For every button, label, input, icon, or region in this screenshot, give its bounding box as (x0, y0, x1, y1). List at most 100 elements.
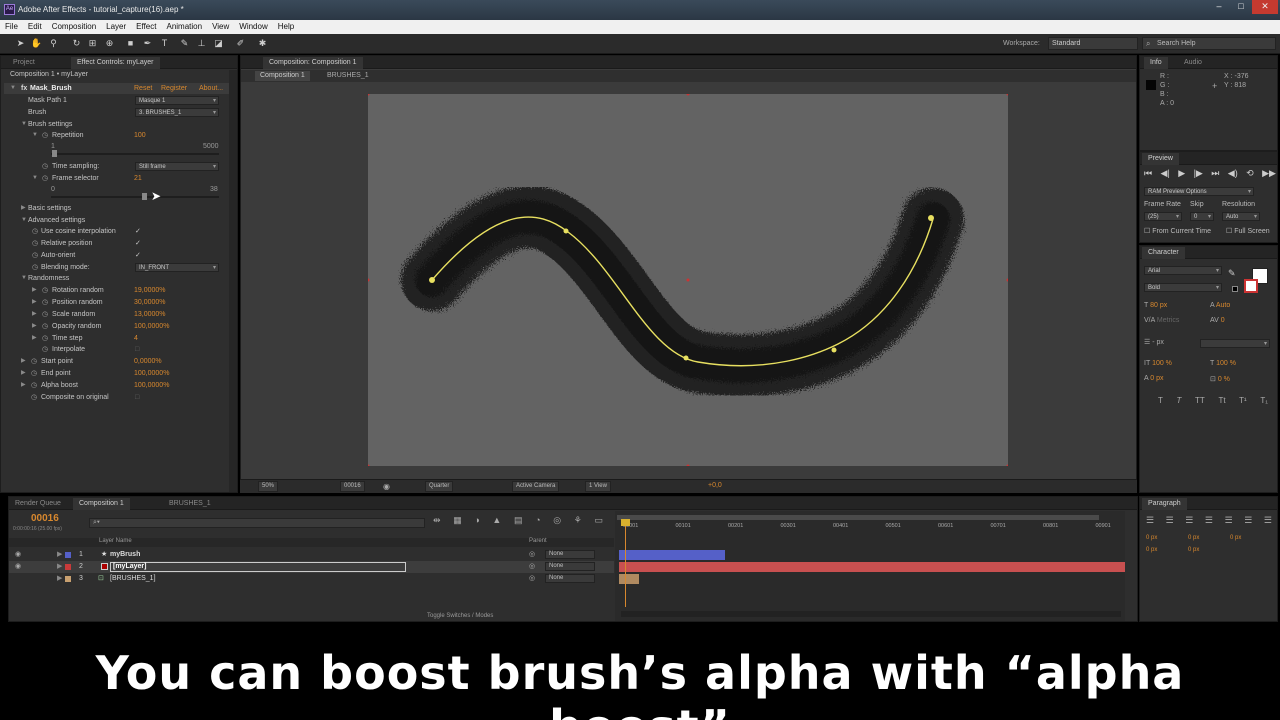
expand-triangle-icon[interactable]: ▶ (57, 573, 62, 585)
expand-triangle-icon[interactable]: ▶ (57, 561, 62, 573)
breadcrumb-composition[interactable]: Composition 1 (255, 71, 310, 81)
roto-brush-tool-icon[interactable]: ✐ (234, 37, 247, 50)
stopwatch-icon[interactable]: ◷ (32, 226, 38, 237)
basic-settings-triangle-icon[interactable]: ▶ (21, 203, 26, 214)
space-after-field[interactable]: 0 px (1188, 547, 1199, 553)
baseline-shift-field[interactable]: A 0 px (1144, 375, 1163, 382)
mask-vertex[interactable] (563, 228, 569, 234)
vertical-scale-field[interactable]: IT 100 % (1144, 360, 1172, 367)
pen-tool-icon[interactable]: ✒ (141, 37, 154, 50)
parent-select[interactable]: None (545, 574, 595, 583)
frame-rate-select[interactable]: (25) (1144, 212, 1182, 221)
align-left-icon[interactable]: ☰ (1146, 515, 1154, 526)
blending-mode-select[interactable]: IN_FRONT (135, 263, 219, 272)
advanced-settings-triangle-icon[interactable]: ▼ (21, 215, 27, 226)
eraser-tool-icon[interactable]: ◪ (212, 37, 225, 50)
reset-link[interactable]: Reset (134, 83, 152, 94)
layer-handle[interactable] (1006, 92, 1010, 96)
stroke-width-field[interactable]: ☰ - px (1144, 338, 1164, 346)
mask-vertex[interactable] (429, 277, 435, 283)
left-indent-field[interactable]: 0 px (1146, 535, 1157, 541)
repetition-slider-thumb[interactable] (52, 150, 57, 157)
expand-triangle-icon[interactable]: ▶ (21, 380, 26, 391)
puppet-tool-icon[interactable]: ✱ (256, 37, 269, 50)
superscript-button[interactable]: T¹ (1239, 396, 1247, 405)
font-size-value[interactable]: 80 px (1150, 302, 1167, 309)
toggle-switches-modes[interactable]: Toggle Switches / Modes (427, 613, 493, 619)
layer-handle[interactable] (686, 92, 690, 96)
layer-label-color[interactable] (65, 576, 71, 582)
expand-triangle-icon[interactable]: ▶ (32, 297, 37, 308)
parent-pickwhip-icon[interactable]: ◎ (529, 561, 535, 573)
mask-path-select[interactable]: Masque 1 (135, 96, 219, 105)
type-tool-icon[interactable]: T (158, 37, 171, 50)
tab-audio[interactable]: Audio (1178, 57, 1208, 69)
expand-triangle-icon[interactable]: ▶ (32, 309, 37, 320)
menu-effect[interactable]: Effect (131, 20, 161, 34)
interpolate-checkbox[interactable]: □ (135, 344, 139, 355)
layer-label-color[interactable] (65, 564, 71, 570)
rectangle-tool-icon[interactable]: ■ (124, 37, 137, 50)
repetition-triangle-icon[interactable]: ▼ (32, 130, 38, 141)
font-size-field[interactable]: T 80 px (1144, 302, 1167, 309)
camera-tool-icon[interactable]: ⊞ (86, 37, 99, 50)
timeline-search-input[interactable]: ⌕▾ (89, 518, 425, 528)
menu-layer[interactable]: Layer (101, 20, 131, 34)
zoom-tool-icon[interactable]: ⚲ (47, 37, 60, 50)
align-right-icon[interactable]: ☰ (1185, 515, 1193, 526)
mask-vertex[interactable] (683, 355, 689, 361)
stopwatch-icon[interactable]: ◷ (31, 392, 37, 403)
randomness-group[interactable]: Randomness (28, 273, 69, 284)
stopwatch-icon[interactable]: ◷ (31, 356, 37, 367)
baseline-shift-value[interactable]: 0 px (1150, 375, 1163, 382)
next-frame-icon[interactable]: |▶ (1194, 168, 1203, 179)
layer-label-color[interactable] (65, 552, 71, 558)
audio-icon[interactable]: ◀) (1228, 168, 1238, 179)
layer-name[interactable]: [BRUSHES_1] (110, 573, 156, 585)
menu-view[interactable]: View (207, 20, 234, 34)
stopwatch-icon[interactable]: ◷ (31, 368, 37, 379)
stroke-style-select[interactable] (1200, 339, 1270, 348)
stopwatch-icon[interactable]: ◷ (42, 309, 48, 320)
parent-pickwhip-icon[interactable]: ◎ (529, 573, 535, 585)
first-frame-icon[interactable]: ⏮ (1144, 168, 1152, 179)
stroke-width-value[interactable]: - px (1152, 339, 1164, 346)
stopwatch-icon[interactable]: ◷ (32, 238, 38, 249)
first-line-indent-field[interactable]: 0 px (1230, 535, 1241, 541)
last-frame-icon[interactable]: ⏭ (1211, 168, 1219, 179)
minimize-button[interactable]: – (1208, 0, 1230, 14)
parent-pickwhip-icon[interactable]: ◎ (529, 549, 535, 561)
tracking-field[interactable]: AV 0 (1210, 317, 1225, 324)
loop-icon[interactable]: ⟲ (1246, 168, 1254, 179)
expand-triangle-icon[interactable]: ▶ (21, 368, 26, 379)
font-family-select[interactable]: Arial (1144, 266, 1222, 275)
tab-composition[interactable]: Composition: Composition 1 (263, 57, 363, 69)
menu-help[interactable]: Help (273, 20, 299, 34)
layer-name-edit[interactable]: [myLayer] (110, 562, 406, 572)
menu-file[interactable]: File (0, 20, 23, 34)
expand-triangle-icon[interactable]: ▶ (32, 285, 37, 296)
frame-blending-icon[interactable]: ▤ (514, 515, 523, 526)
brush-settings-group[interactable]: Brush settings (28, 119, 72, 130)
stopwatch-icon[interactable]: ◷ (31, 380, 37, 391)
vertical-scale-value[interactable]: 100 % (1152, 360, 1172, 367)
start-point-value[interactable]: 0,0000% (134, 356, 162, 367)
parent-column[interactable]: Parent (529, 538, 547, 544)
tab-composition-1[interactable]: Composition 1 (73, 498, 130, 510)
camera-snapshot-icon[interactable]: ◉ (383, 482, 390, 491)
brush-select[interactable]: 3. BRUSHES_1 (135, 108, 219, 117)
pan-behind-tool-icon[interactable]: ⊕ (103, 37, 116, 50)
active-camera-select[interactable]: Active Camera (512, 481, 560, 492)
end-point-value[interactable]: 100,0000% (134, 368, 169, 379)
motion-blur-icon[interactable]: ◔ (535, 515, 540, 526)
tab-effect-controls[interactable]: Effect Controls: myLayer (71, 57, 160, 69)
play-icon[interactable]: ▶ (1178, 168, 1185, 179)
stopwatch-icon[interactable]: ◷ (32, 262, 38, 273)
stopwatch-icon[interactable]: ◷ (42, 173, 48, 184)
stopwatch-icon[interactable]: ◷ (42, 297, 48, 308)
tsume-field[interactable]: ⊡ 0 % (1210, 375, 1230, 383)
leading-value[interactable]: Auto (1216, 302, 1230, 309)
work-area-bar[interactable] (617, 515, 1099, 520)
horizontal-scale-field[interactable]: T 100 % (1210, 360, 1236, 367)
frame-selector-slider-thumb[interactable] (142, 193, 147, 200)
